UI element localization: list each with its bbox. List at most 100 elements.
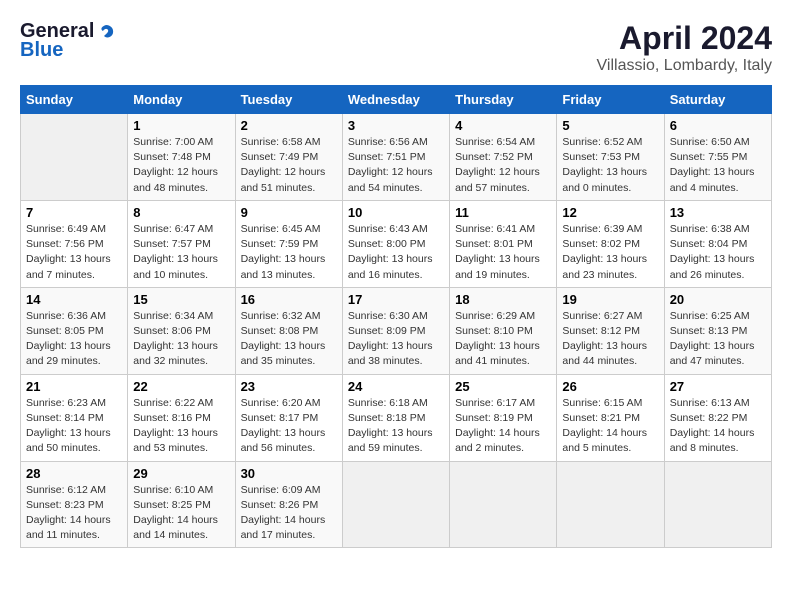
day-number: 18 [455,292,551,307]
day-info: Sunrise: 6:23 AM Sunset: 8:14 PM Dayligh… [26,396,122,457]
calendar-week-row: 21 Sunrise: 6:23 AM Sunset: 8:14 PM Dayli… [21,374,772,461]
day-number: 16 [241,292,337,307]
logo-blue-text: Blue [20,39,63,62]
location-subtitle: Villassio, Lombardy, Italy [597,57,772,75]
day-info: Sunrise: 6:15 AM Sunset: 8:21 PM Dayligh… [562,396,658,457]
calendar-cell: 22 Sunrise: 6:22 AM Sunset: 8:16 PM Dayli… [128,374,235,461]
day-number: 21 [26,379,122,394]
day-info: Sunrise: 6:27 AM Sunset: 8:12 PM Dayligh… [562,309,658,370]
day-info: Sunrise: 6:12 AM Sunset: 8:23 PM Dayligh… [26,483,122,544]
calendar-cell: 9 Sunrise: 6:45 AM Sunset: 7:59 PM Daylig… [235,200,342,287]
day-info: Sunrise: 6:20 AM Sunset: 8:17 PM Dayligh… [241,396,337,457]
column-header-monday: Monday [128,86,235,114]
calendar-cell: 28 Sunrise: 6:12 AM Sunset: 8:23 PM Dayli… [21,461,128,548]
calendar-cell: 4Sunrise: 6:54 AM Sunset: 7:52 PM Daylig… [450,114,557,201]
calendar-cell: 26 Sunrise: 6:15 AM Sunset: 8:21 PM Dayli… [557,374,664,461]
day-number: 7 [26,205,122,220]
day-number: 10 [348,205,444,220]
day-number: 24 [348,379,444,394]
day-number: 9 [241,205,337,220]
day-info: Sunrise: 6:58 AM Sunset: 7:49 PM Dayligh… [241,135,337,196]
day-info: Sunrise: 6:56 AM Sunset: 7:51 PM Dayligh… [348,135,444,196]
day-number: 27 [670,379,766,394]
column-header-wednesday: Wednesday [342,86,449,114]
calendar-cell: 8 Sunrise: 6:47 AM Sunset: 7:57 PM Daylig… [128,200,235,287]
title-area: April 2024 Villassio, Lombardy, Italy [597,20,772,75]
calendar-cell: 19 Sunrise: 6:27 AM Sunset: 8:12 PM Dayli… [557,287,664,374]
day-info: Sunrise: 6:17 AM Sunset: 8:19 PM Dayligh… [455,396,551,457]
day-number: 6 [670,118,766,133]
calendar-cell: 17 Sunrise: 6:30 AM Sunset: 8:09 PM Dayli… [342,287,449,374]
calendar-cell: 11Sunrise: 6:41 AM Sunset: 8:01 PM Dayli… [450,200,557,287]
calendar-cell: 18 Sunrise: 6:29 AM Sunset: 8:10 PM Dayli… [450,287,557,374]
day-number: 30 [241,466,337,481]
calendar-cell: 29Sunrise: 6:10 AM Sunset: 8:25 PM Dayli… [128,461,235,548]
day-info: Sunrise: 6:39 AM Sunset: 8:02 PM Dayligh… [562,222,658,283]
column-header-friday: Friday [557,86,664,114]
calendar-cell: 7 Sunrise: 6:49 AM Sunset: 7:56 PM Daylig… [21,200,128,287]
day-number: 3 [348,118,444,133]
calendar-cell: 1 Sunrise: 7:00 AM Sunset: 7:48 PM Daylig… [128,114,235,201]
calendar-cell: 27 Sunrise: 6:13 AM Sunset: 8:22 PM Dayli… [664,374,771,461]
day-info: Sunrise: 6:54 AM Sunset: 7:52 PM Dayligh… [455,135,551,196]
logo-bird-icon [96,22,116,42]
day-number: 13 [670,205,766,220]
calendar-cell: 5 Sunrise: 6:52 AM Sunset: 7:53 PM Daylig… [557,114,664,201]
day-number: 17 [348,292,444,307]
calendar-cell [450,461,557,548]
calendar-week-row: 7 Sunrise: 6:49 AM Sunset: 7:56 PM Daylig… [21,200,772,287]
column-header-thursday: Thursday [450,86,557,114]
day-info: Sunrise: 6:30 AM Sunset: 8:09 PM Dayligh… [348,309,444,370]
calendar-cell: 21 Sunrise: 6:23 AM Sunset: 8:14 PM Dayli… [21,374,128,461]
day-info: Sunrise: 6:41 AM Sunset: 8:01 PM Dayligh… [455,222,551,283]
calendar-cell: 14 Sunrise: 6:36 AM Sunset: 8:05 PM Dayli… [21,287,128,374]
day-number: 12 [562,205,658,220]
day-number: 25 [455,379,551,394]
month-title: April 2024 [597,20,772,57]
calendar-cell: 12 Sunrise: 6:39 AM Sunset: 8:02 PM Dayli… [557,200,664,287]
calendar-cell [21,114,128,201]
day-info: Sunrise: 6:52 AM Sunset: 7:53 PM Dayligh… [562,135,658,196]
calendar-cell [664,461,771,548]
calendar-cell: 16 Sunrise: 6:32 AM Sunset: 8:08 PM Dayli… [235,287,342,374]
day-info: Sunrise: 6:49 AM Sunset: 7:56 PM Dayligh… [26,222,122,283]
calendar-cell: 10 Sunrise: 6:43 AM Sunset: 8:00 PM Dayli… [342,200,449,287]
day-number: 5 [562,118,658,133]
day-info: Sunrise: 6:47 AM Sunset: 7:57 PM Dayligh… [133,222,229,283]
day-info: Sunrise: 6:50 AM Sunset: 7:55 PM Dayligh… [670,135,766,196]
day-number: 1 [133,118,229,133]
day-number: 8 [133,205,229,220]
column-header-tuesday: Tuesday [235,86,342,114]
day-info: Sunrise: 6:09 AM Sunset: 8:26 PM Dayligh… [241,483,337,544]
day-info: Sunrise: 7:00 AM Sunset: 7:48 PM Dayligh… [133,135,229,196]
day-info: Sunrise: 6:43 AM Sunset: 8:00 PM Dayligh… [348,222,444,283]
calendar-cell: 24 Sunrise: 6:18 AM Sunset: 8:18 PM Dayli… [342,374,449,461]
day-number: 28 [26,466,122,481]
day-number: 20 [670,292,766,307]
calendar-cell: 30 Sunrise: 6:09 AM Sunset: 8:26 PM Dayli… [235,461,342,548]
day-number: 29 [133,466,229,481]
day-info: Sunrise: 6:22 AM Sunset: 8:16 PM Dayligh… [133,396,229,457]
calendar-cell: 3 Sunrise: 6:56 AM Sunset: 7:51 PM Daylig… [342,114,449,201]
calendar-cell: 15Sunrise: 6:34 AM Sunset: 8:06 PM Dayli… [128,287,235,374]
calendar-header-row: SundayMondayTuesdayWednesdayThursdayFrid… [21,86,772,114]
day-info: Sunrise: 6:45 AM Sunset: 7:59 PM Dayligh… [241,222,337,283]
calendar-cell: 25 Sunrise: 6:17 AM Sunset: 8:19 PM Dayli… [450,374,557,461]
page-header: General Blue April 2024 Villassio, Lomba… [20,20,772,75]
day-info: Sunrise: 6:32 AM Sunset: 8:08 PM Dayligh… [241,309,337,370]
day-number: 19 [562,292,658,307]
day-info: Sunrise: 6:29 AM Sunset: 8:10 PM Dayligh… [455,309,551,370]
day-info: Sunrise: 6:36 AM Sunset: 8:05 PM Dayligh… [26,309,122,370]
calendar-cell: 2Sunrise: 6:58 AM Sunset: 7:49 PM Daylig… [235,114,342,201]
logo: General Blue [20,20,116,62]
day-number: 26 [562,379,658,394]
day-info: Sunrise: 6:13 AM Sunset: 8:22 PM Dayligh… [670,396,766,457]
day-info: Sunrise: 6:18 AM Sunset: 8:18 PM Dayligh… [348,396,444,457]
calendar-cell: 20 Sunrise: 6:25 AM Sunset: 8:13 PM Dayli… [664,287,771,374]
day-number: 23 [241,379,337,394]
day-number: 14 [26,292,122,307]
day-info: Sunrise: 6:25 AM Sunset: 8:13 PM Dayligh… [670,309,766,370]
column-header-sunday: Sunday [21,86,128,114]
day-number: 22 [133,379,229,394]
calendar-week-row: 28 Sunrise: 6:12 AM Sunset: 8:23 PM Dayli… [21,461,772,548]
